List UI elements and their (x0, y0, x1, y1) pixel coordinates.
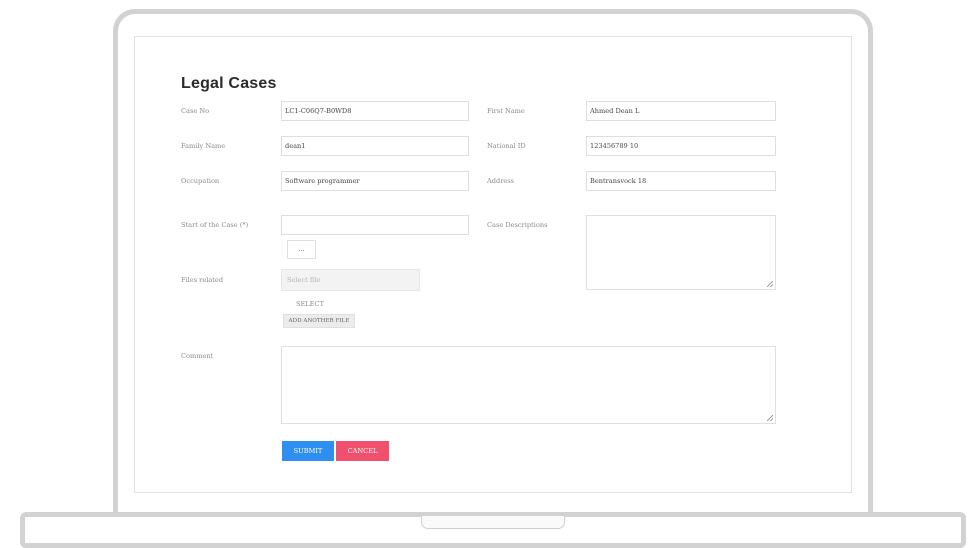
select-file-link[interactable]: SELECT (296, 300, 324, 308)
national-id-label: National ID (487, 142, 526, 150)
case-description-label: Case Descriptions (487, 221, 548, 229)
comment-label: Comment (181, 352, 214, 360)
files-related-label: Files related (181, 276, 224, 284)
address-label: Address (487, 177, 515, 185)
address-input[interactable]: Bentransvock 18 (586, 171, 776, 191)
cancel-button[interactable]: CANCEL (336, 441, 389, 461)
case-no-input[interactable]: LC1-C06Q7-B0WD8 (281, 101, 469, 121)
national-id-input[interactable]: 123456789 10 (586, 136, 776, 156)
occupation-label: Occupation (181, 177, 220, 185)
comment-textarea[interactable] (281, 346, 776, 424)
case-description-textarea[interactable] (586, 215, 776, 290)
resize-grip-icon[interactable] (767, 281, 773, 287)
laptop-notch (421, 516, 565, 529)
family-name-input[interactable]: dean1 (281, 136, 469, 156)
page-title: Legal Cases (181, 75, 277, 92)
case-no-label: Case No (181, 107, 210, 115)
file-select-input[interactable]: Select file (281, 269, 420, 291)
first-name-input[interactable]: Ahmed Dean L (586, 101, 776, 121)
family-name-label: Family Name (181, 142, 226, 150)
start-of-case-label: Start of the Case (*) (181, 221, 249, 229)
add-another-file-button[interactable]: ADD ANOTHER FILE (283, 314, 355, 328)
date-picker-button[interactable]: ... (287, 240, 316, 259)
first-name-label: First Name (487, 107, 525, 115)
resize-grip-icon[interactable] (767, 415, 773, 421)
occupation-input[interactable]: Software programmer (281, 171, 469, 191)
submit-button[interactable]: SUBMIT (282, 441, 334, 461)
start-of-case-input[interactable] (281, 215, 469, 235)
